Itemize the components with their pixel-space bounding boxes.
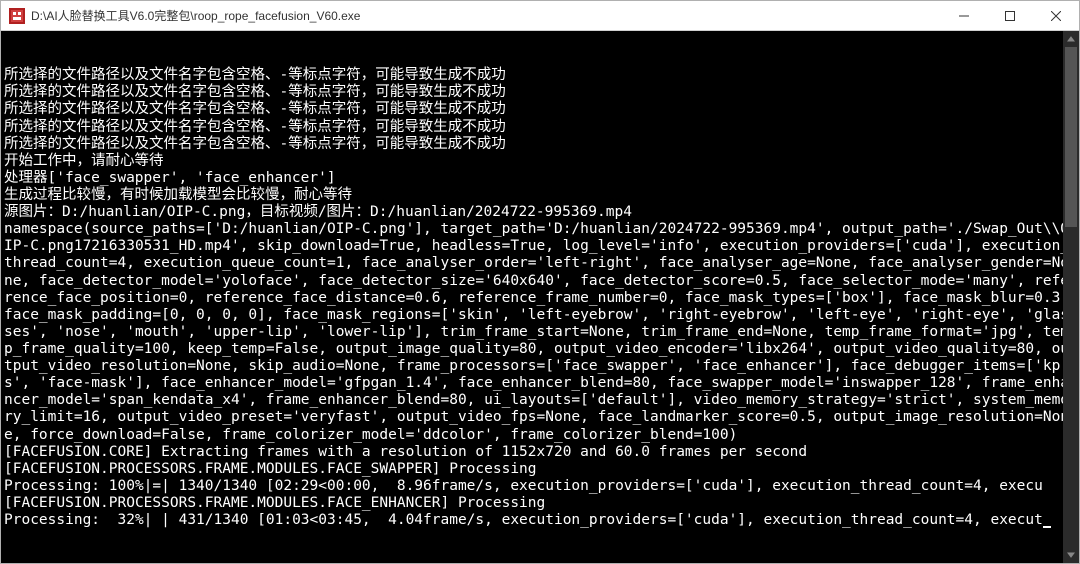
console-line: 生成过程比较慢，有时候加载模型会比较慢，耐心等待 bbox=[4, 187, 1076, 204]
window-title: D:\AI人脸替换工具V6.0完整包\roop_rope_facefusion_… bbox=[31, 7, 941, 24]
scrollbar-thumb[interactable] bbox=[1065, 47, 1077, 227]
app-window: D:\AI人脸替换工具V6.0完整包\roop_rope_facefusion_… bbox=[0, 0, 1080, 564]
text-cursor bbox=[1043, 526, 1051, 528]
app-icon bbox=[9, 8, 25, 24]
console-line: 所选择的文件路径以及文件名字包含空格、-等标点字符，可能导致生成不成功 bbox=[4, 67, 1076, 84]
window-controls bbox=[941, 1, 1079, 30]
scrollbar-down-button[interactable] bbox=[1063, 547, 1079, 563]
titlebar[interactable]: D:\AI人脸替换工具V6.0完整包\roop_rope_facefusion_… bbox=[1, 1, 1079, 31]
console-line: 所选择的文件路径以及文件名字包含空格、-等标点字符，可能导致生成不成功 bbox=[4, 101, 1076, 118]
console-line: Processing: 32%| | 431/1340 [01:03<03:45… bbox=[4, 512, 1076, 529]
console-line: namespace(source_paths=['D:/huanlian/OIP… bbox=[4, 221, 1076, 443]
console-line: [FACEFUSION.PROCESSORS.FRAME.MODULES.FAC… bbox=[4, 495, 1076, 512]
console-line: 所选择的文件路径以及文件名字包含空格、-等标点字符，可能导致生成不成功 bbox=[4, 119, 1076, 136]
maximize-button[interactable] bbox=[987, 1, 1033, 30]
close-button[interactable] bbox=[1033, 1, 1079, 30]
console-line: Processing: 100%|=| 1340/1340 [02:29<00:… bbox=[4, 478, 1076, 495]
console-text: 所选择的文件路径以及文件名字包含空格、-等标点字符，可能导致生成不成功所选择的文… bbox=[4, 67, 1076, 529]
console-line: 处理器['face_swapper', 'face_enhancer'] bbox=[4, 170, 1076, 187]
vertical-scrollbar[interactable] bbox=[1063, 31, 1079, 563]
console-line: 开始工作中，请耐心等待 bbox=[4, 153, 1076, 170]
console-line: [FACEFUSION.CORE] Extracting frames with… bbox=[4, 444, 1076, 461]
console-line: [FACEFUSION.PROCESSORS.FRAME.MODULES.FAC… bbox=[4, 461, 1076, 478]
console-line: 所选择的文件路径以及文件名字包含空格、-等标点字符，可能导致生成不成功 bbox=[4, 136, 1076, 153]
console-line: 源图片：D:/huanlian/OIP-C.png，目标视频/图片：D:/hua… bbox=[4, 204, 1076, 221]
minimize-button[interactable] bbox=[941, 1, 987, 30]
console-output[interactable]: 所选择的文件路径以及文件名字包含空格、-等标点字符，可能导致生成不成功所选择的文… bbox=[1, 31, 1079, 563]
console-line: 所选择的文件路径以及文件名字包含空格、-等标点字符，可能导致生成不成功 bbox=[4, 84, 1076, 101]
scrollbar-up-button[interactable] bbox=[1063, 31, 1079, 47]
